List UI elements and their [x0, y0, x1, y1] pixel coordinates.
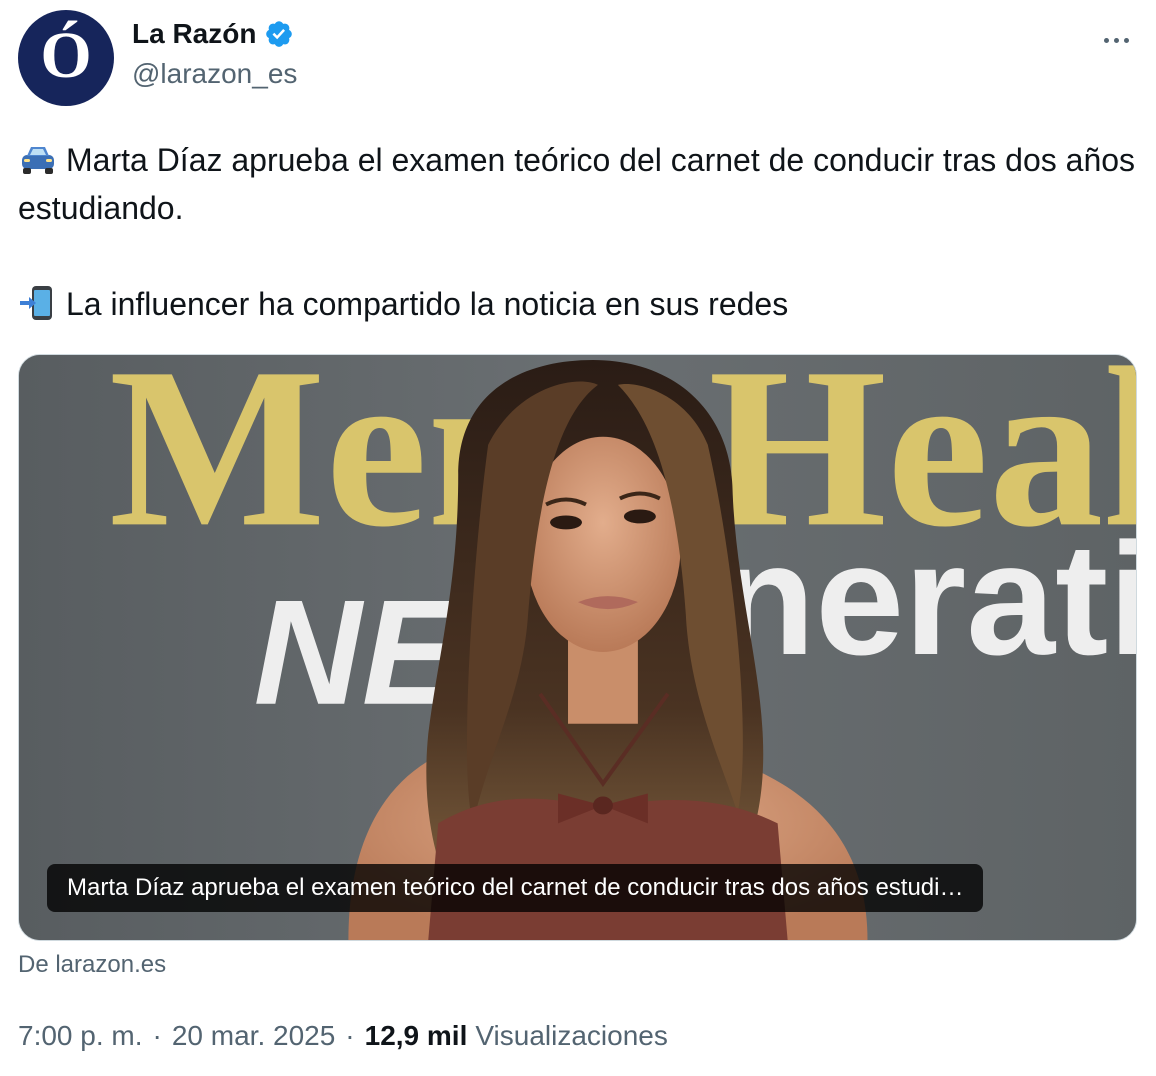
car-icon	[22, 147, 54, 174]
article-photo: Men'sHeal NEX neratio	[19, 355, 1136, 940]
tweet-line-2-text: La influencer ha compartido la noticia e…	[66, 286, 789, 322]
media-card[interactable]: Men'sHeal NEX neratio	[18, 354, 1137, 941]
card-source-link[interactable]: De larazon.es	[18, 951, 166, 979]
tweet-line-1: Marta Díaz aprueba el examen teórico del…	[18, 136, 1138, 232]
phone-arrow-icon	[20, 286, 52, 320]
tweet-date[interactable]: 20 mar. 2025	[172, 1020, 335, 1052]
display-name[interactable]: La Razón	[132, 18, 256, 50]
handle[interactable]: @larazon_es	[132, 58, 297, 90]
more-dot	[1113, 37, 1119, 43]
tweet-meta: 7:00 p. m. · 20 mar. 2025 · 12,9 mil Vis…	[18, 1020, 668, 1052]
tweet-time[interactable]: 7:00 p. m.	[18, 1020, 143, 1052]
views-count[interactable]: 12,9 mil	[365, 1020, 468, 1052]
views-label[interactable]: Visualizaciones	[475, 1020, 668, 1052]
backdrop-generation-text: neratio	[718, 510, 1136, 688]
tweet-text: Marta Díaz aprueba el examen teórico del…	[18, 136, 1138, 328]
tweet-line-1-text: Marta Díaz aprueba el examen teórico del…	[18, 142, 1136, 226]
meta-separator: ·	[345, 1020, 355, 1051]
avatar-logo-letter: Ó	[40, 19, 92, 92]
more-options-button[interactable]	[1096, 22, 1136, 58]
verified-badge-icon	[266, 21, 293, 47]
card-caption: Marta Díaz aprueba el examen teórico del…	[47, 864, 984, 912]
more-dots-icon	[1103, 37, 1109, 43]
more-dot	[1123, 37, 1129, 43]
name-row: La Razón	[132, 18, 294, 50]
avatar[interactable]: Ó	[18, 10, 114, 106]
tweet: Ó La Razón @larazon_es Marta Díaz aprueb…	[0, 0, 1156, 1076]
meta-separator: ·	[152, 1020, 162, 1051]
tweet-line-2: La influencer ha compartido la noticia e…	[18, 280, 1138, 328]
